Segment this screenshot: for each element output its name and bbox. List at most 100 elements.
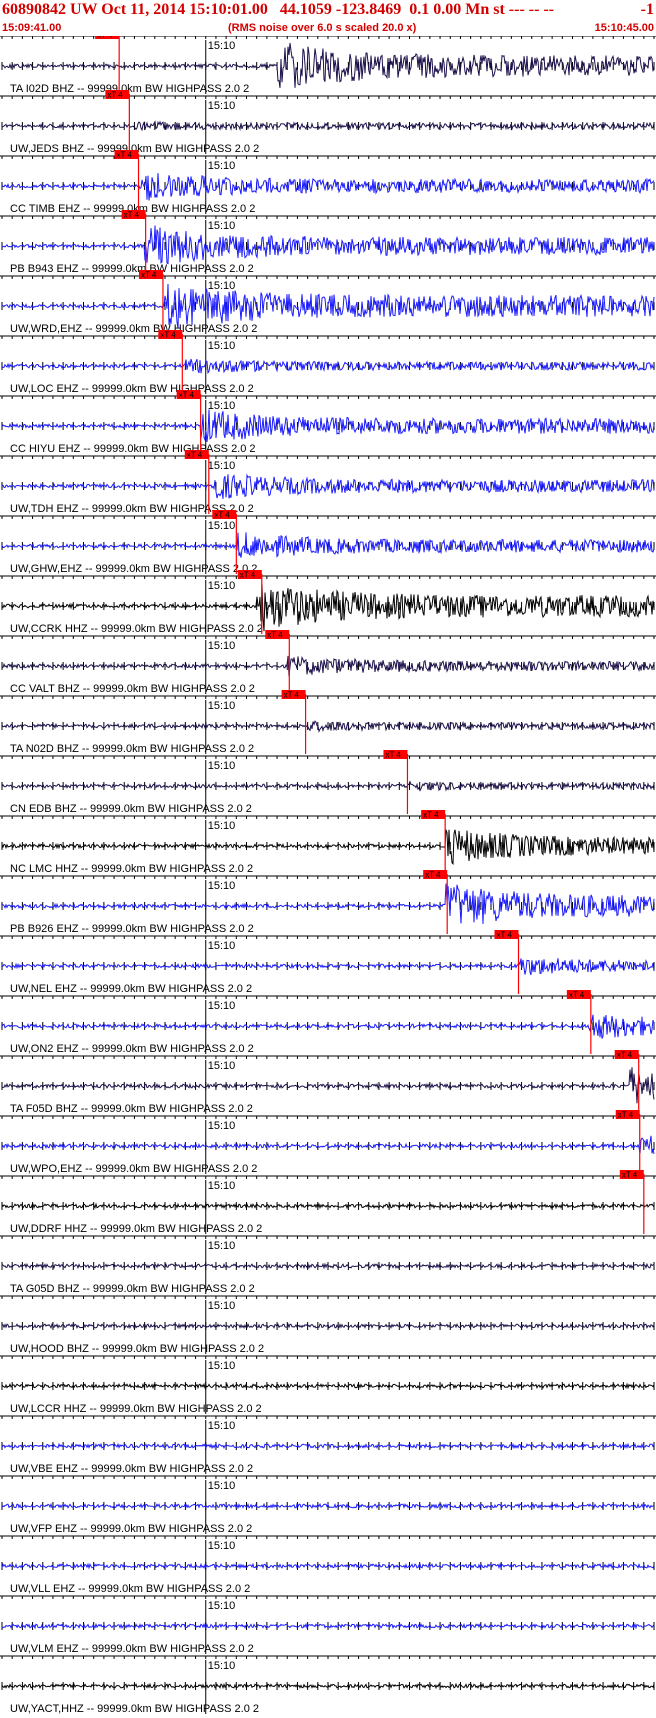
start-time: 15:09:41.00	[2, 22, 62, 34]
tick-label: 15:10	[208, 1420, 236, 1432]
tick-label: 15:10	[208, 1660, 236, 1672]
tick-label: 15:10	[208, 100, 236, 112]
trace-row: 15:10 TA N02D BHZ -- 99999.0km BW HIGHPAS…	[0, 690, 656, 755]
station-label: TA I02D BHZ -- 99999.0km BW HIGHPASS 2.0…	[10, 83, 249, 95]
trace-row: 15:10 UW,HOOD BHZ -- 99999.0km BW HIGHPAS…	[0, 1295, 656, 1355]
event-title: 60890842 UW Oct 11, 2014 15:10:01.00 44.…	[2, 1, 555, 18]
tick-label: 15:10	[208, 1000, 236, 1012]
station-label: UW,LCCR HHZ -- 99999.0km BW HIGHPASS 2.0…	[10, 1403, 262, 1415]
pick-label: xT 4	[618, 1111, 634, 1120]
pick-label: xT 4	[385, 751, 401, 760]
trace-row: 15:10 UW,DDRF HHZ -- 99999.0km BW HIGHPAS…	[0, 1170, 656, 1235]
trace-row: 15:10 UW,WRD,EHZ -- 99999.0km BW HIGHPASS…	[0, 270, 656, 335]
trace-row: 15:10 NC LMC HHZ -- 99999.0km BW HIGHPASS…	[0, 810, 656, 875]
trace-row: 15:10UW,JEDS BHZ -- 99999.0km BW HIGHPAS…	[0, 90, 656, 155]
tick-label: 15:10	[208, 640, 236, 652]
waveform-trace	[2, 283, 655, 329]
station-label: UW,VFP EHZ -- 99999.0km BW HIGHPASS 2.0 …	[10, 1523, 252, 1535]
trace-row: 15:10 TA G05D BHZ -- 99999.0km BW HIGHPAS…	[0, 1235, 656, 1295]
trace-row: 15:10 UW,VLL EHZ -- 99999.0km BW HIGHPASS…	[0, 1535, 656, 1595]
tick-label: 15:10	[208, 340, 236, 352]
station-label: UW,WPO,EHZ -- 99999.0km BW HIGHPASS 2.0 …	[10, 1163, 257, 1175]
tick-label: 15:10	[208, 1360, 236, 1372]
trace-row: 15:10 UW,VFP EHZ -- 99999.0km BW HIGHPASS…	[0, 1475, 656, 1535]
pick-label: xT 4	[179, 391, 195, 400]
station-label: UW,VLL EHZ -- 99999.0km BW HIGHPASS 2.0 …	[10, 1583, 250, 1595]
tick-label: 15:10	[208, 820, 236, 832]
station-label: TA F05D BHZ -- 99999.0km BW HIGHPASS 2.0…	[10, 1103, 253, 1115]
trace-row: 15:10 UW,VBE EHZ -- 99999.0km BW HIGHPASS…	[0, 1415, 656, 1475]
station-label: UW,CCRK HHZ -- 99999.0km BW HIGHPASS 2.0…	[10, 623, 263, 635]
tick-label: 15:10	[208, 580, 236, 592]
tick-label: 15:10	[208, 1600, 236, 1612]
pick-label: xT 4	[284, 691, 300, 700]
station-label: UW,GHW,EHZ -- 99999.0km BW HIGHPASS 2.0 …	[10, 563, 257, 575]
trace-row: 15:10 UW,GHW,EHZ -- 99999.0km BW HIGHPASS…	[0, 510, 656, 575]
seismogram-plot: 15:10 TA I02D BHZ -- 99999.0km BW HIGHPAS…	[0, 36, 656, 1715]
tick-label: 15:10	[208, 160, 236, 172]
pick-label: xT 4	[141, 271, 157, 280]
tick-label: 15:10	[208, 940, 236, 952]
station-label: TA N02D BHZ -- 99999.0km BW HIGHPASS 2.0…	[10, 743, 254, 755]
waveform-trace	[1, 409, 655, 443]
trace-row: 15:10 UW,CCRK HHZ -- 99999.0km BW HIGHPAS…	[0, 570, 656, 635]
trace-row: 15:10CC TIMB EHZ -- 99999.0km BW HIGHPAS…	[0, 150, 656, 215]
trace-row: 15:10 UW,LOC EHZ -- 99999.0km BW HIGHPASS…	[0, 330, 656, 395]
waveform-trace	[1, 173, 655, 201]
pick-label: xT 4	[187, 451, 203, 460]
pick-label: xT 4	[622, 1171, 638, 1180]
pick-label: xT 4	[240, 571, 256, 580]
station-label: UW,YACT,HHZ -- 99999.0km BW HIGHPASS 2.0…	[10, 1703, 259, 1715]
pick-label: xT 4	[160, 331, 176, 340]
rms-note: (RMS noise over 6.0 s scaled 20.0 x)	[228, 22, 417, 34]
tick-label: 15:10	[208, 1480, 236, 1492]
tick-label: 15:10	[208, 1240, 236, 1252]
station-label: TA G05D BHZ -- 99999.0km BW HIGHPASS 2.0…	[10, 1283, 255, 1295]
tick-label: 15:10	[208, 1180, 236, 1192]
tick-label: 15:10	[208, 520, 236, 532]
station-label: UW,HOOD BHZ -- 99999.0km BW HIGHPASS 2.0…	[10, 1343, 264, 1355]
station-label: CC HIYU EHZ -- 99999.0km BW HIGHPASS 2.0…	[10, 443, 256, 455]
trace-row: 15:10 TA I02D BHZ -- 99999.0km BW HIGHPAS…	[0, 36, 656, 95]
pick-label: xT 4	[569, 991, 585, 1000]
tick-label: 15:10	[208, 460, 236, 472]
station-label: UW,VLM EHZ -- 99999.0km BW HIGHPASS 2.0 …	[10, 1643, 254, 1655]
station-label: CC VALT BHZ -- 99999.0km BW HIGHPASS 2.0…	[10, 683, 255, 695]
trace-row: 15:10 UW,YACT,HHZ -- 99999.0km BW HIGHPAS…	[0, 1655, 656, 1715]
pick-label: xT 4	[97, 36, 113, 40]
trace-row: 15:10 UW,LCCR HHZ -- 99999.0km BW HIGHPAS…	[0, 1355, 656, 1415]
station-label: UW,WRD,EHZ -- 99999.0km BW HIGHPASS 2.0 …	[10, 323, 257, 335]
tick-label: 15:10	[208, 1540, 236, 1552]
pick-label: xT 4	[117, 151, 133, 160]
waveform-trace	[1, 1014, 655, 1039]
pick-label: xT 4	[267, 631, 283, 640]
pick-label: xT 4	[425, 871, 441, 880]
trace-row: 15:10 UW,ON2 EHZ -- 99999.0km BW HIGHPASS…	[0, 990, 656, 1055]
tick-label: 15:10	[208, 280, 236, 292]
station-label: PB B926 EHZ -- 99999.0km BW HIGHPASS 2.0…	[10, 923, 254, 935]
pick-label: xT 4	[423, 811, 439, 820]
station-label: UW,ON2 EHZ -- 99999.0km BW HIGHPASS 2.0 …	[10, 1043, 254, 1055]
trace-row: 15:10 UW,NEL EHZ -- 99999.0km BW HIGHPASS…	[0, 930, 656, 995]
event-flag: -1	[640, 1, 654, 18]
trace-row: 15:10 CC VALT BHZ -- 99999.0km BW HIGHPAS…	[0, 630, 656, 695]
trace-row: 15:10 UW,WPO,EHZ -- 99999.0km BW HIGHPASS…	[0, 1110, 656, 1175]
tick-label: 15:10	[208, 1060, 236, 1072]
tick-label: 15:10	[208, 400, 236, 412]
waveform-trace	[1, 473, 655, 499]
station-label: UW,DDRF HHZ -- 99999.0km BW HIGHPASS 2.0…	[10, 1223, 262, 1235]
pick-label: xT 4	[617, 1051, 633, 1060]
waveform-trace	[1, 42, 655, 88]
tick-label: 15:10	[208, 700, 236, 712]
trace-row: 15:10 CC HIYU EHZ -- 99999.0km BW HIGHPAS…	[0, 390, 656, 455]
plot-header: 60890842 UW Oct 11, 2014 15:10:01.00 44.…	[0, 0, 656, 36]
pick-label: xT 4	[214, 511, 230, 520]
station-label: PB B943 EHZ -- 99999.0km BW HIGHPASS 2.0…	[10, 263, 254, 275]
tick-label: 15:10	[208, 220, 236, 232]
tick-label: 15:10	[208, 760, 236, 772]
tick-label: 15:10	[208, 880, 236, 892]
trace-row: 15:10 PB B926 EHZ -- 99999.0km BW HIGHPAS…	[0, 870, 656, 935]
station-label: UW,NEL EHZ -- 99999.0km BW HIGHPASS 2.0 …	[10, 983, 252, 995]
trace-row: 15:10 UW,VLM EHZ -- 99999.0km BW HIGHPASS…	[0, 1595, 656, 1655]
station-label: UW,VBE EHZ -- 99999.0km BW HIGHPASS 2.0 …	[10, 1463, 253, 1475]
